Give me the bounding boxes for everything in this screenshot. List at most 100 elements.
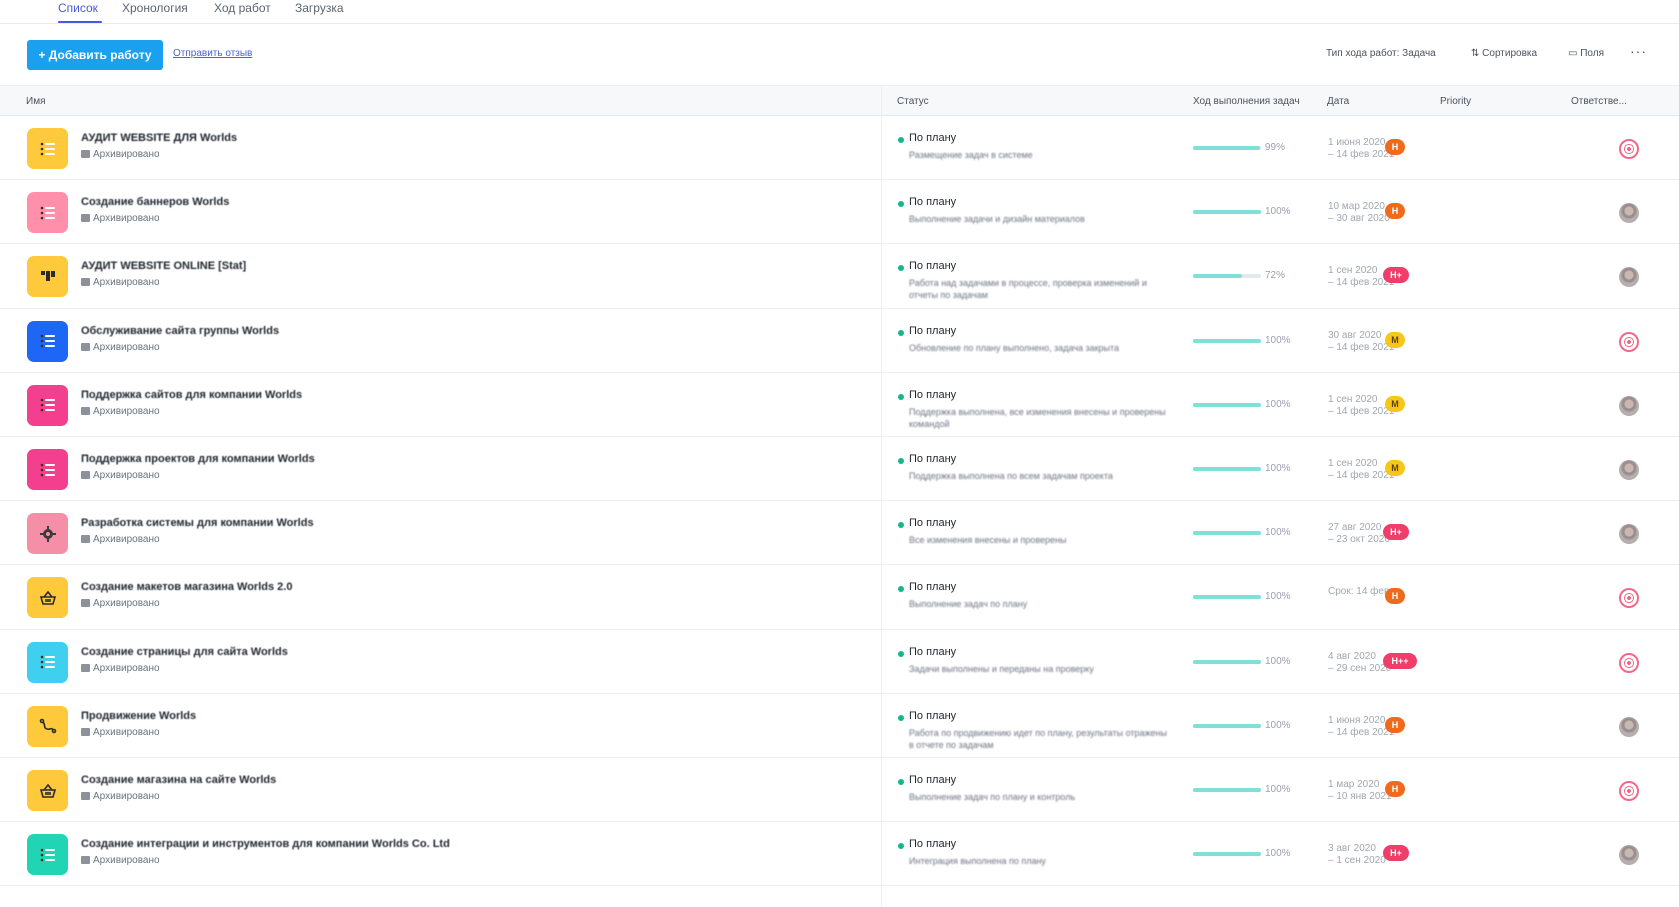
archive-icon: [81, 727, 90, 736]
table-row[interactable]: Продвижение Worlds Архивировано По плану Ра…: [0, 694, 1679, 758]
basket-icon: [27, 577, 68, 619]
assignee-avatar-default[interactable]: [1619, 652, 1639, 673]
table-row[interactable]: Обслуживание сайта группы Worlds Архивиро…: [0, 309, 1679, 373]
priority-badge[interactable]: M: [1385, 395, 1405, 412]
priority-badge[interactable]: H+: [1383, 845, 1409, 862]
table-row[interactable]: Создание интеграции и инструментов для к…: [0, 822, 1679, 887]
tab-list[interactable]: Список: [58, 0, 98, 16]
archived-text: Архивировано: [93, 405, 160, 417]
assignee-avatar-default[interactable]: [1619, 139, 1639, 159]
table-row[interactable]: Разработка системы для компании Worlds Ар…: [0, 501, 1679, 566]
assignee-avatar[interactable]: [1619, 716, 1639, 737]
work-name[interactable]: АУДИТ WEBSITE ДЛЯ Worlds: [81, 132, 237, 144]
date-range[interactable]: 1 мар 2020 – 10 янв 2021: [1328, 779, 1392, 803]
table-row[interactable]: АУДИТ WEBSITE ДЛЯ Worlds Архивировано По п…: [0, 116, 1679, 181]
work-name[interactable]: Поддержка сайтов для компании Worlds: [81, 389, 302, 401]
list-icon: [27, 128, 68, 169]
assignee-avatar[interactable]: [1619, 203, 1639, 224]
archive-icon: [81, 150, 90, 158]
assignee-avatar[interactable]: [1619, 267, 1639, 288]
progress-bar-fill: [1193, 274, 1242, 279]
date-range[interactable]: 3 авг 2020 – 1 сен 2020: [1328, 843, 1386, 867]
table-row[interactable]: Создание страницы для сайта Worlds Архиви…: [0, 630, 1679, 694]
status-label[interactable]: По плану: [909, 710, 956, 722]
status-description: Поддержка выполнена, все изменения внесе…: [909, 406, 1166, 429]
table-row[interactable]: Поддержка проектов для компании Worlds Ар…: [0, 437, 1679, 502]
assignee-avatar-default[interactable]: [1619, 588, 1639, 609]
status-label[interactable]: По плану: [909, 260, 956, 272]
archived-label: Архивировано: [81, 149, 160, 160]
send-feedback-link[interactable]: Отправить отзыв: [173, 48, 252, 59]
assignee-avatar[interactable]: [1619, 395, 1639, 416]
status-dot: [898, 137, 904, 143]
date-range[interactable]: 27 авг 2020 – 23 окт 2020: [1328, 522, 1390, 546]
priority-badge[interactable]: H: [1385, 139, 1405, 155]
archived-text: Архивировано: [93, 726, 160, 738]
status-dot: [898, 458, 904, 464]
assignee-avatar[interactable]: [1619, 845, 1639, 866]
progress-percent: 100%: [1265, 334, 1291, 346]
status-label[interactable]: По плану: [909, 581, 956, 593]
work-name[interactable]: Создание магазина на сайте Worlds: [81, 774, 276, 786]
status-label[interactable]: По плану: [909, 389, 956, 401]
status-dot: [898, 522, 904, 529]
status-label[interactable]: По плану: [909, 517, 956, 529]
add-work-button[interactable]: + Добавить работу: [27, 40, 163, 70]
tab-timeline[interactable]: Хронология: [122, 0, 188, 16]
sort-button[interactable]: ⇅ Сортировка: [1471, 48, 1537, 59]
work-name[interactable]: Создание макетов магазина Worlds 2.0: [81, 581, 292, 593]
fields-button[interactable]: ▭ Поля: [1568, 48, 1604, 59]
column-header-assignee[interactable]: Ответстве...: [1571, 96, 1627, 107]
work-name[interactable]: Создание страницы для сайта Worlds: [81, 646, 288, 658]
tab-workload[interactable]: Загрузка: [295, 0, 344, 16]
column-header-name[interactable]: Имя: [26, 96, 45, 107]
table-row[interactable]: Создание макетов магазина Worlds 2.0 Архи…: [0, 565, 1679, 630]
priority-badge[interactable]: H: [1385, 203, 1405, 220]
more-options-button[interactable]: ···: [1630, 43, 1647, 59]
column-header-status[interactable]: Статус: [897, 96, 929, 107]
progress-bar: [1193, 274, 1261, 279]
status-description: Работа над задачами в процессе, проверка…: [909, 278, 1147, 301]
priority-badge[interactable]: H+: [1383, 524, 1409, 541]
list-icon: [27, 320, 68, 362]
column-header-priority[interactable]: Priority: [1440, 96, 1471, 107]
status-label[interactable]: По плану: [909, 453, 956, 465]
date-range[interactable]: Срок: 14 фев: [1328, 586, 1389, 598]
column-header-progress[interactable]: Ход выполнения задач: [1193, 96, 1300, 107]
priority-badge[interactable]: M: [1385, 331, 1405, 348]
status-label[interactable]: По плану: [909, 774, 956, 786]
priority-badge[interactable]: M: [1385, 460, 1405, 476]
status-label[interactable]: По плану: [909, 196, 956, 208]
work-name[interactable]: АУДИТ WEBSITE ONLINE [Stat]: [81, 260, 246, 272]
date-range[interactable]: 4 авг 2020 – 29 сен 2020: [1328, 651, 1391, 675]
priority-badge[interactable]: H: [1385, 781, 1405, 797]
work-name[interactable]: Обслуживание сайта группы Worlds: [81, 325, 279, 337]
priority-badge[interactable]: H++: [1383, 652, 1417, 669]
table-row[interactable]: Создание магазина на сайте Worlds Архивир…: [0, 758, 1679, 823]
status-label[interactable]: По плану: [909, 646, 956, 658]
priority-badge[interactable]: H+: [1383, 267, 1409, 284]
work-name[interactable]: Создание интеграции и инструментов для к…: [81, 838, 450, 850]
work-name[interactable]: Поддержка проектов для компании Worlds: [81, 453, 315, 465]
progress-type-selector[interactable]: Тип хода работ: Задача: [1326, 48, 1436, 59]
assignee-avatar[interactable]: [1619, 524, 1639, 545]
status-label[interactable]: По плану: [909, 838, 956, 850]
assignee-avatar-default[interactable]: [1619, 781, 1639, 801]
assignee-avatar[interactable]: [1619, 460, 1639, 480]
assignee-avatar-default[interactable]: [1619, 331, 1639, 352]
archive-icon: [81, 278, 90, 287]
column-header-date[interactable]: Дата: [1327, 96, 1349, 107]
work-name[interactable]: Разработка системы для компании Worlds: [81, 517, 314, 529]
date-range[interactable]: 10 мар 2020 – 30 авг 2020: [1328, 201, 1390, 225]
priority-badge[interactable]: H: [1385, 588, 1405, 605]
work-name[interactable]: Продвижение Worlds: [81, 710, 196, 722]
status-label[interactable]: По плану: [909, 132, 956, 144]
table-row[interactable]: Поддержка сайтов для компании Worlds Архи…: [0, 373, 1679, 437]
priority-badge[interactable]: H: [1385, 716, 1405, 733]
table-row[interactable]: АУДИТ WEBSITE ONLINE [Stat] Архивировано П…: [0, 244, 1679, 309]
progress-bar: [1193, 723, 1261, 728]
tab-workflow[interactable]: Ход работ: [214, 0, 271, 16]
status-label[interactable]: По плану: [909, 325, 956, 337]
table-row[interactable]: Создание баннеров Worlds Архивировано По п…: [0, 180, 1679, 245]
work-name[interactable]: Создание баннеров Worlds: [81, 196, 229, 208]
